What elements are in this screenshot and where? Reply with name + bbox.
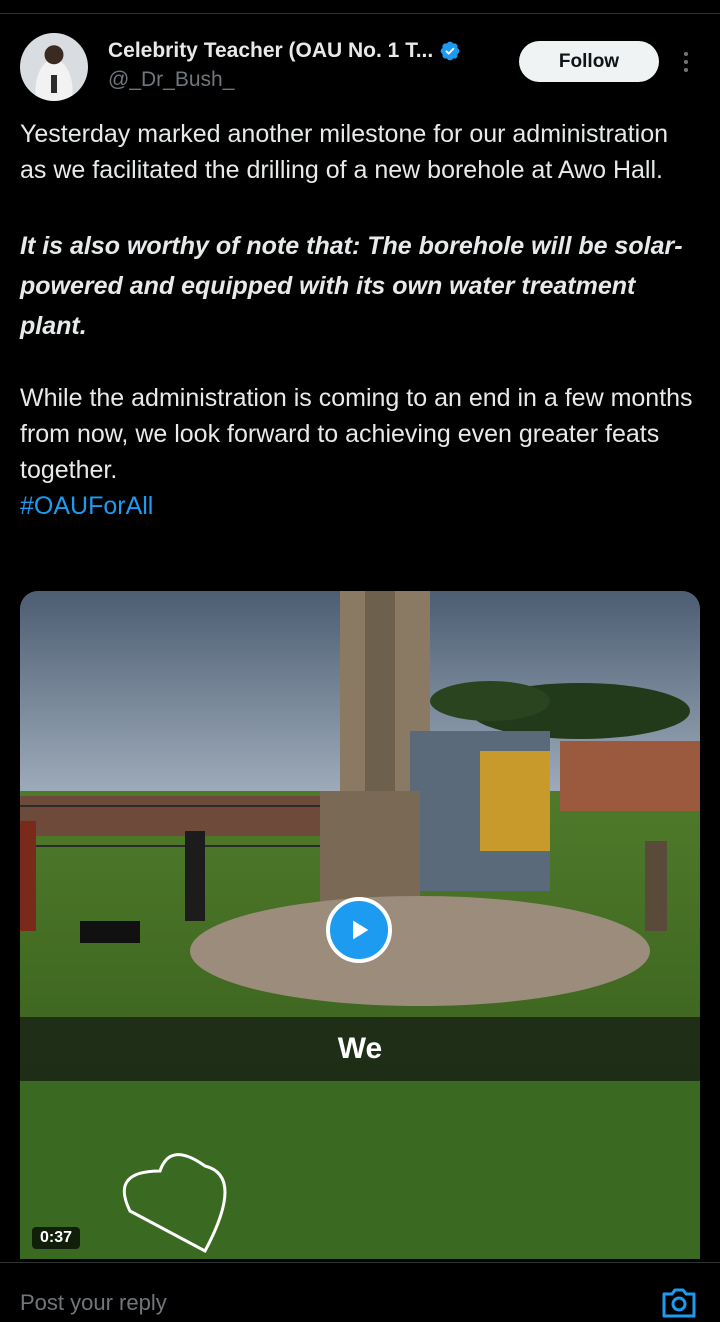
follow-button[interactable]: Follow [519,41,659,82]
tweet-paragraph-2: It is also worthy of note that: The bore… [20,232,683,340]
more-options-icon[interactable] [676,47,696,77]
video-caption: We [337,1032,383,1065]
video-player[interactable]: We 0:37 [20,591,700,1259]
tweet-header: Celebrity Teacher (OAU No. 1 T... @_Dr_B… [20,33,710,105]
handle[interactable]: @_Dr_Bush_ [108,68,234,92]
camera-button[interactable] [660,1286,698,1322]
tweet-paragraph-1: Yesterday marked another milestone for o… [20,120,669,184]
verified-badge-icon [440,41,460,61]
camera-icon [662,1288,696,1318]
reply-divider [0,1262,720,1263]
reply-input[interactable] [20,1288,620,1318]
display-name[interactable]: Celebrity Teacher (OAU No. 1 T... [108,39,433,63]
play-button[interactable] [326,897,392,963]
video-caption-band: We [20,1017,700,1081]
top-divider [0,13,720,14]
play-icon [353,920,369,940]
tweet-paragraph-3: While the administration is coming to an… [20,384,693,484]
reply-bar [0,1262,720,1322]
hashtag-link[interactable]: #OAUForAll [20,488,700,524]
avatar[interactable] [20,33,88,101]
name-row: Celebrity Teacher (OAU No. 1 T... [108,39,461,63]
video-duration-badge: 0:37 [32,1227,81,1249]
tweet-text: Yesterday marked another milestone for o… [20,116,700,524]
